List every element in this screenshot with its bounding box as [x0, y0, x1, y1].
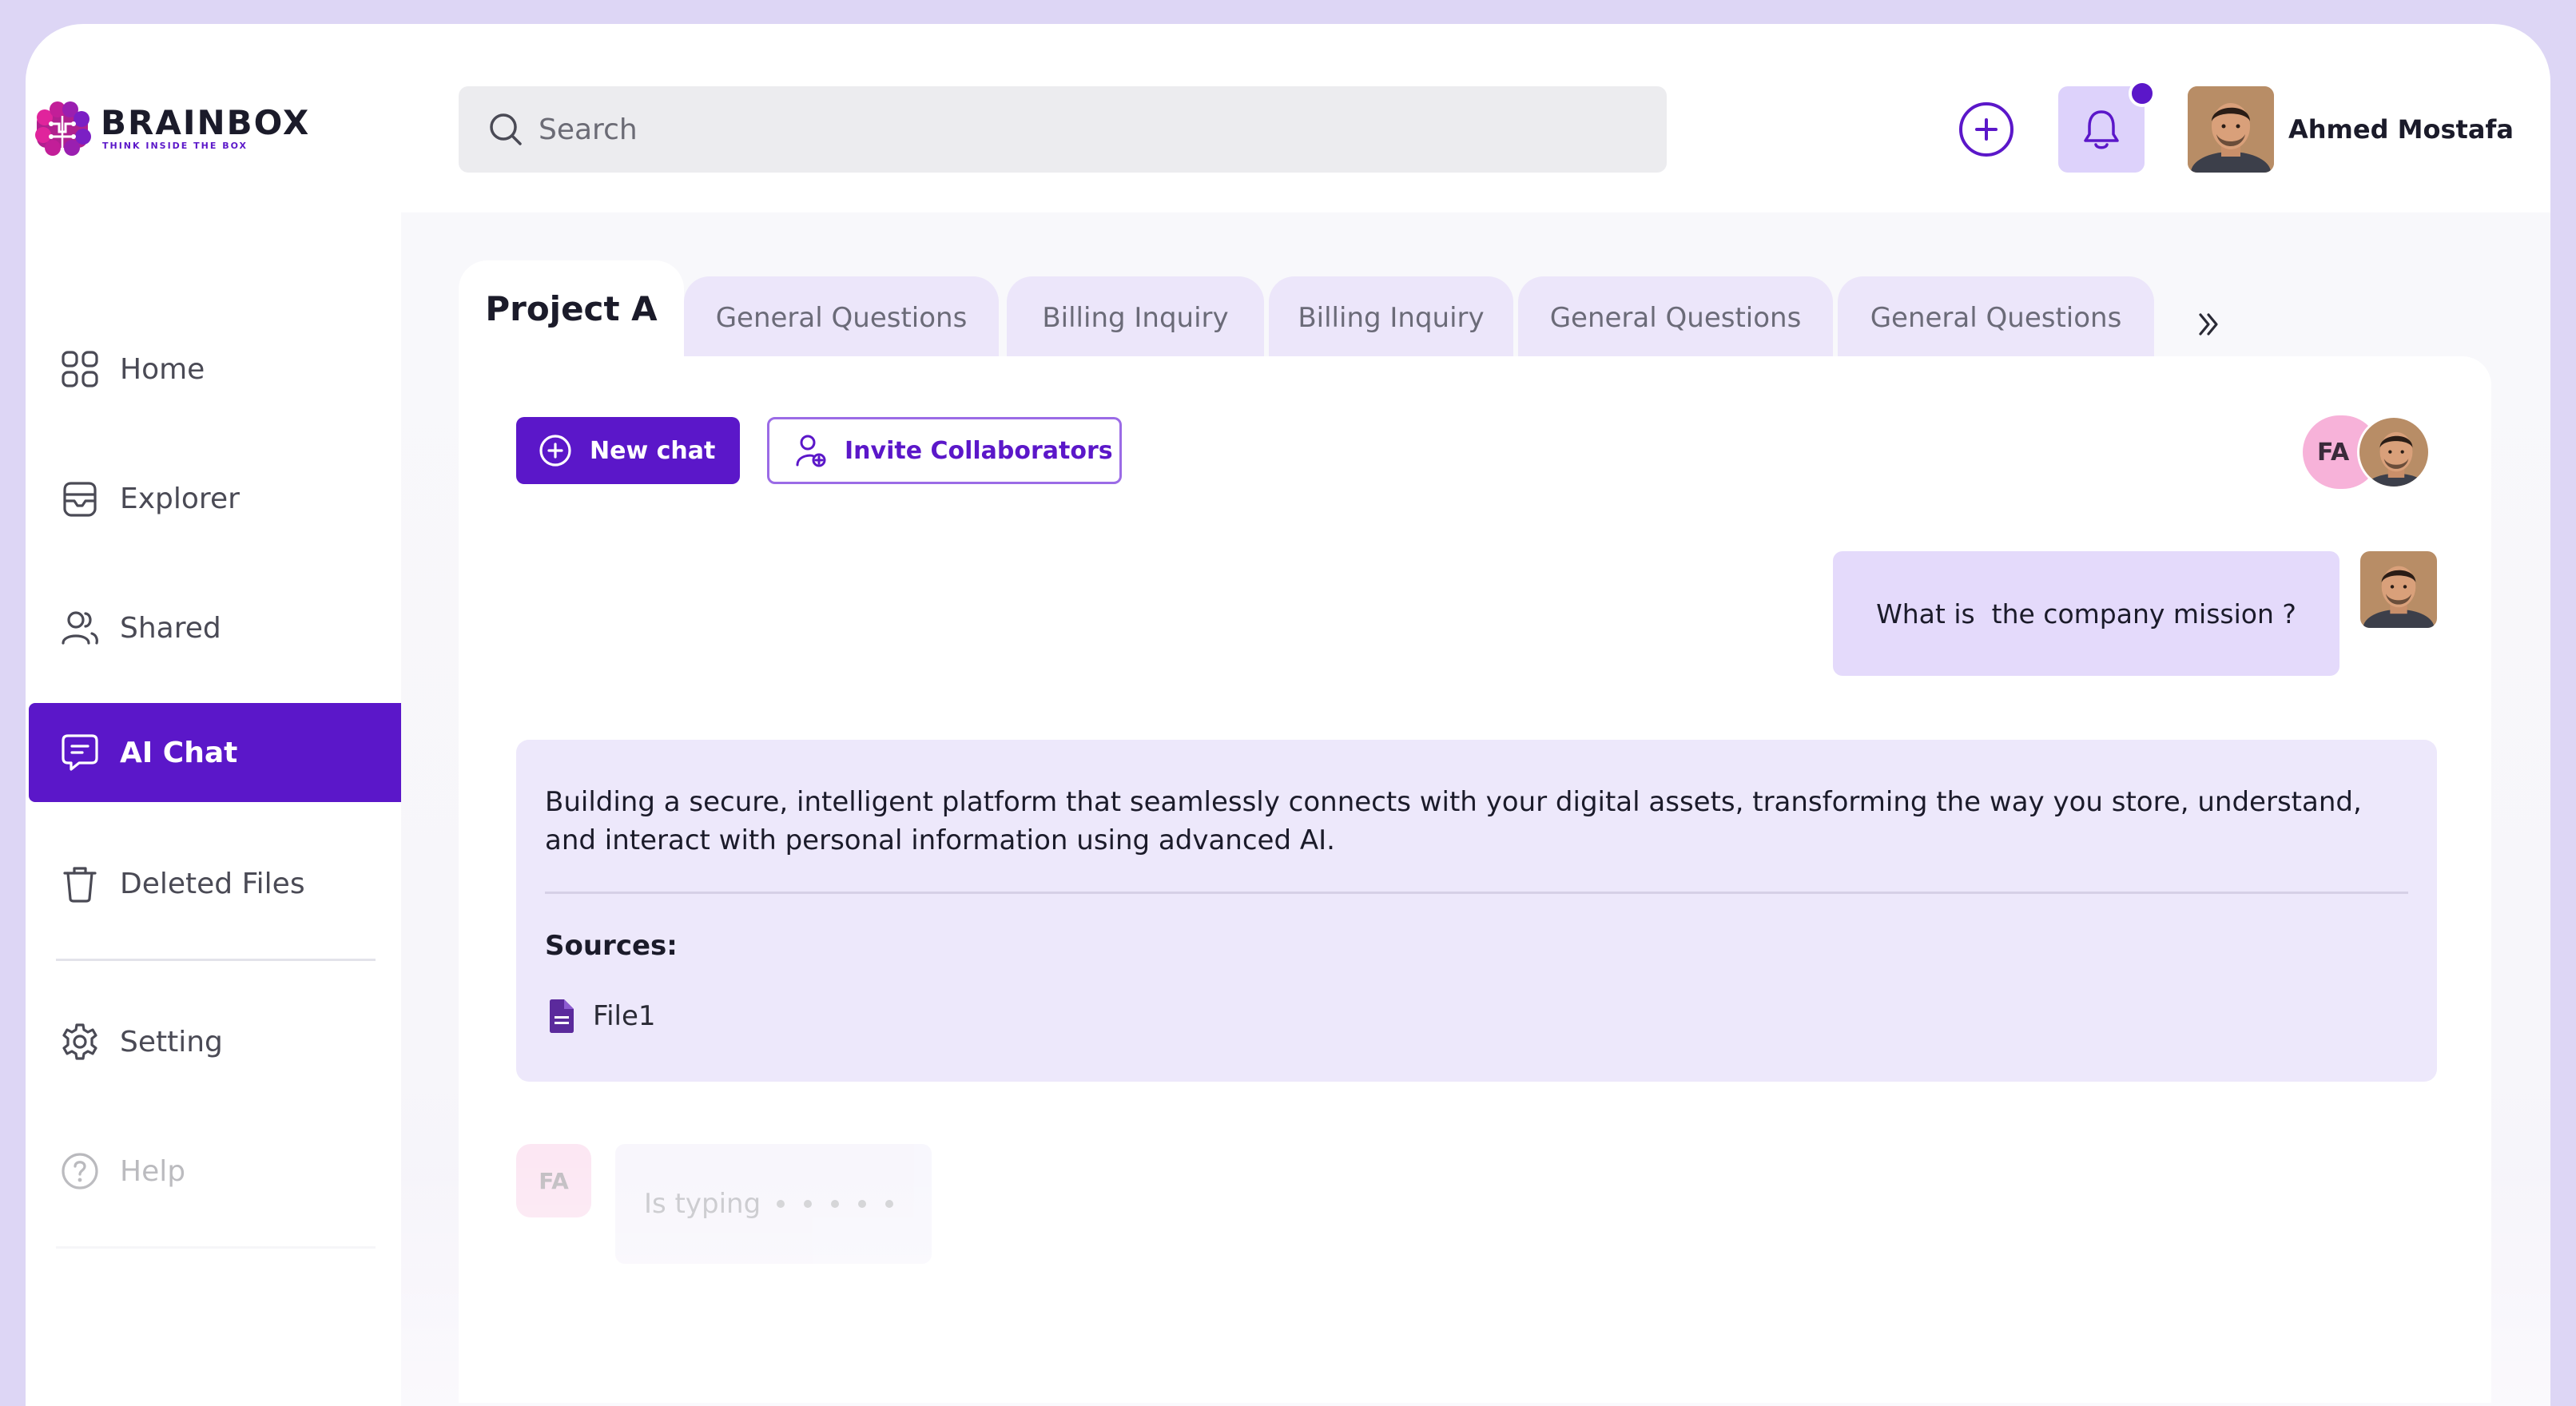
- typing-dots: [777, 1200, 912, 1208]
- sidebar-item-setting[interactable]: Setting: [29, 992, 401, 1091]
- tab-label: General Questions: [1870, 302, 2122, 334]
- brand-tagline: THINK INSIDE THE BOX: [102, 141, 248, 151]
- invite-label: Invite Collaborators: [845, 436, 1113, 465]
- tab-label: Billing Inquiry: [1298, 302, 1485, 334]
- sidebar-item-label: Explorer: [120, 482, 240, 515]
- grid-icon: [59, 348, 101, 390]
- new-chat-label: New chat: [590, 436, 716, 465]
- ai-answer-text: Building a secure, intelligent platform …: [545, 786, 2362, 856]
- bell-icon: [2084, 110, 2119, 149]
- collaborator-avatar[interactable]: [2357, 415, 2431, 489]
- sidebar-item-shared[interactable]: Shared: [29, 578, 401, 677]
- search-input[interactable]: [539, 105, 1641, 153]
- typing-avatar: FA: [516, 1144, 591, 1217]
- source-file-link[interactable]: File1: [545, 997, 656, 1035]
- notification-badge: [2129, 80, 2156, 107]
- add-button[interactable]: [1959, 102, 2013, 157]
- tab-label: General Questions: [715, 302, 968, 334]
- window-frame: BRAINBOX THINK INSIDE THE BOX Search Ahm…: [0, 0, 2576, 1406]
- user-message-text: What is the company mission ?: [1876, 598, 2296, 630]
- tab-general-questions-2[interactable]: General Questions: [1518, 276, 1833, 359]
- tab-label: General Questions: [1549, 302, 1802, 334]
- search-icon: [490, 113, 522, 145]
- notifications-button[interactable]: [2058, 80, 2156, 173]
- typing-label: Is typing: [644, 1188, 761, 1220]
- plus-circle-icon: [539, 435, 571, 467]
- tabs-more-button[interactable]: [2183, 299, 2234, 350]
- sidebar-item-label: Deleted Files: [120, 867, 305, 900]
- sidebar-divider: [56, 1246, 376, 1249]
- avatar: [2188, 86, 2274, 173]
- sidebar: Home Explorer Shared AI Chat Deleted Fil…: [26, 208, 401, 1249]
- source-file-name: File1: [593, 1000, 656, 1032]
- sidebar-item-label: Home: [120, 352, 205, 386]
- answer-divider: [545, 892, 2408, 894]
- double-chevron-right-icon: [2199, 313, 2218, 336]
- invite-collaborators-button[interactable]: Invite Collaborators: [767, 417, 1122, 484]
- search-bar[interactable]: [459, 86, 1667, 173]
- document-icon: [550, 999, 574, 1033]
- sidebar-item-label: Setting: [120, 1025, 223, 1058]
- sidebar-item-deleted-files[interactable]: Deleted Files: [29, 834, 401, 933]
- message-avatar: [2360, 551, 2437, 628]
- user-menu[interactable]: Ahmed Mostafa: [2188, 86, 2514, 173]
- tab-label: Billing Inquiry: [1042, 302, 1229, 334]
- chat-icon: [59, 732, 101, 773]
- user-message-bubble: What is the company mission ?: [1833, 551, 2339, 676]
- tab-general-questions-3[interactable]: General Questions: [1838, 276, 2154, 359]
- sidebar-item-explorer[interactable]: Explorer: [29, 449, 401, 548]
- users-icon: [59, 607, 101, 649]
- sidebar-item-label: Help: [120, 1154, 186, 1188]
- typing-initials: FA: [539, 1167, 569, 1194]
- tab-general-questions[interactable]: General Questions: [684, 276, 999, 359]
- brain-logo-icon: [35, 101, 91, 156]
- user-name: Ahmed Mostafa: [2288, 114, 2514, 145]
- tab-billing-inquiry-2[interactable]: Billing Inquiry: [1269, 276, 1513, 359]
- sidebar-item-label: Shared: [120, 611, 221, 645]
- new-chat-button[interactable]: New chat: [516, 417, 740, 484]
- collaborator-initials: FA: [2317, 438, 2350, 467]
- tab-project-a[interactable]: Project A: [459, 260, 684, 372]
- sidebar-item-ai-chat[interactable]: AI Chat: [29, 703, 401, 802]
- gear-icon: [59, 1021, 101, 1062]
- typing-bubble: Is typing: [615, 1144, 932, 1264]
- folder-icon: [59, 478, 101, 519]
- logo-text: BRAINBOX THINK INSIDE THE BOX: [101, 105, 310, 152]
- sidebar-item-home[interactable]: Home: [29, 320, 401, 419]
- sidebar-item-help[interactable]: Help: [29, 1122, 401, 1221]
- app-window: BRAINBOX THINK INSIDE THE BOX Search Ahm…: [26, 24, 2550, 1406]
- brand-logo[interactable]: BRAINBOX THINK INSIDE THE BOX: [34, 93, 310, 165]
- brand-name: BRAINBOX: [101, 103, 311, 142]
- help-icon: [59, 1150, 101, 1192]
- tab-label: Project A: [485, 288, 658, 328]
- plus-circle-icon: [1975, 118, 1998, 141]
- sidebar-item-label: AI Chat: [120, 736, 238, 769]
- sources-label: Sources:: [545, 930, 678, 962]
- ai-answer-card: Building a secure, intelligent platform …: [516, 740, 2437, 1082]
- tab-billing-inquiry[interactable]: Billing Inquiry: [1007, 276, 1264, 359]
- sidebar-divider: [56, 959, 376, 961]
- trash-icon: [59, 863, 101, 904]
- user-add-icon: [796, 435, 826, 467]
